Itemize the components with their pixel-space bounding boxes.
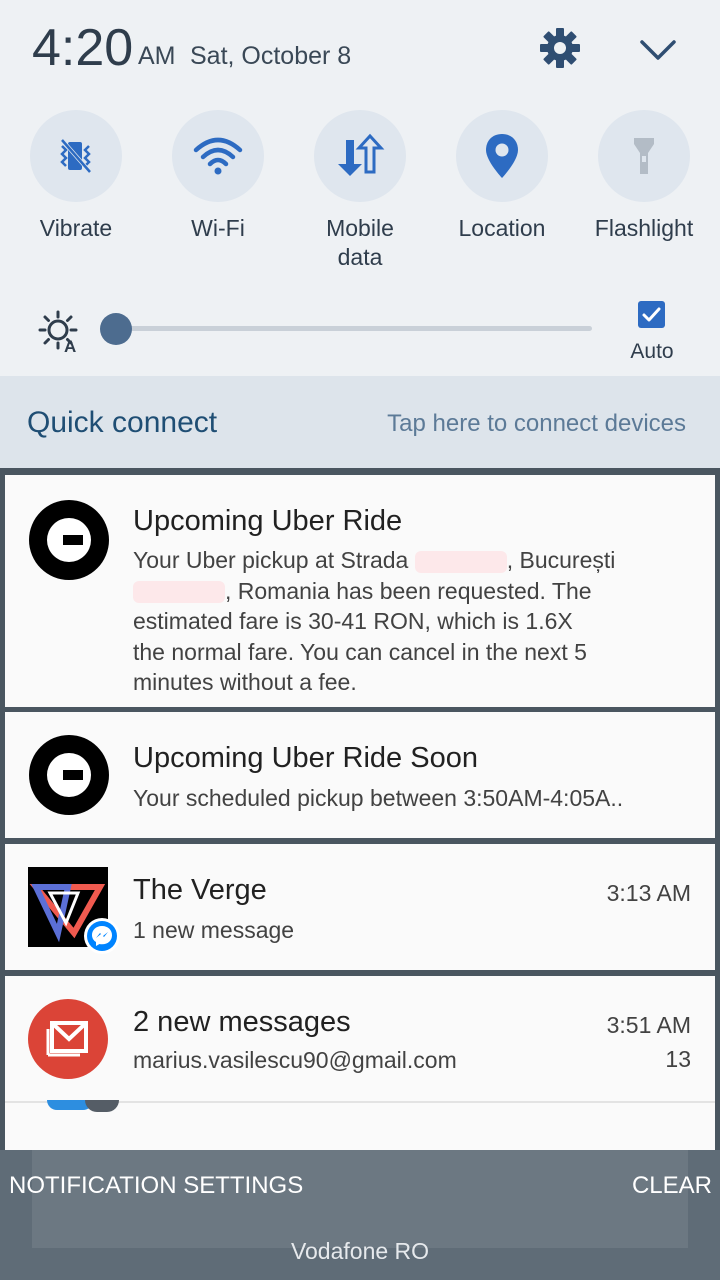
svg-text:A: A xyxy=(64,337,76,356)
notification-time: 3:13 AM xyxy=(606,880,691,906)
clock-time: 4:20 xyxy=(32,19,134,77)
toggle-label: Flashlight xyxy=(594,215,694,241)
carrier-label: Vodafone RO xyxy=(290,1238,430,1264)
notification-the-verge[interactable]: The Verge 3:13 AM 1 new message xyxy=(5,844,715,970)
quick-connect-bar[interactable]: Quick connect Tap here to connect device… xyxy=(0,376,720,468)
gmail-inbox-icon xyxy=(28,999,108,1079)
brightness-auto-icon: A xyxy=(36,308,84,356)
notification-body: marius.vasilescu90@gmail.com xyxy=(133,1047,457,1073)
notification-title: Upcoming Uber Ride xyxy=(133,505,403,537)
brightness-slider-thumb[interactable] xyxy=(100,313,132,345)
notification-body: Your scheduled pickup between 3:50AM-4:0… xyxy=(133,785,624,811)
settings-gear-icon[interactable] xyxy=(536,24,584,72)
toggle-label: Mobile data xyxy=(290,214,430,272)
toggle-label: Wi-Fi xyxy=(191,215,245,241)
notification-gmail[interactable]: 2 new messages 3:51 AM marius.vasilescu9… xyxy=(5,976,715,1154)
flashlight-icon xyxy=(598,110,690,202)
collapse-chevron-icon[interactable] xyxy=(634,30,682,70)
redacted-text xyxy=(133,581,225,604)
toggle-wifi[interactable]: Wi-Fi xyxy=(148,110,288,243)
messenger-icon xyxy=(87,921,117,951)
body-line: , Romania has been requested. The xyxy=(133,576,615,607)
messenger-badge xyxy=(84,918,120,954)
quick-connect-title: Quick connect xyxy=(27,406,218,439)
notification-body: 1 new message xyxy=(133,917,295,943)
notification-title: The Verge xyxy=(133,874,267,906)
wifi-icon xyxy=(172,110,264,202)
uber-logo-icon xyxy=(29,735,109,815)
notification-uber-ride-soon[interactable]: Upcoming Uber Ride Soon Your scheduled p… xyxy=(5,712,715,838)
toggle-mobile-data[interactable]: Mobile data xyxy=(290,110,430,272)
body-text: , București xyxy=(506,547,616,573)
vibrate-icon xyxy=(30,110,122,202)
uber-logo-icon xyxy=(29,500,109,580)
quick-connect-hint: Tap here to connect devices xyxy=(387,410,686,437)
notification-body: Your Uber pickup at Strada , București ,… xyxy=(133,545,615,698)
auto-label: Auto xyxy=(630,340,674,363)
body-line: Your Uber pickup at Strada , București xyxy=(133,545,615,576)
toggle-flashlight[interactable]: Flashlight xyxy=(574,110,714,243)
body-line: estimated fare is 30-41 RON, which is 1.… xyxy=(133,608,573,634)
notification-uber-ride[interactable]: Upcoming Uber Ride Your Uber pickup at S… xyxy=(5,475,715,707)
date-label: Sat, October 8 xyxy=(190,42,352,70)
clock-ampm: AM xyxy=(138,42,176,70)
toggle-vibrate[interactable]: Vibrate xyxy=(6,110,146,243)
location-icon xyxy=(456,110,548,202)
clear-button[interactable]: CLEAR xyxy=(632,1172,712,1200)
auto-brightness-checkbox[interactable] xyxy=(638,301,665,328)
peek-badge xyxy=(85,1100,119,1112)
mobile-label-line2: data xyxy=(337,244,383,270)
brightness-slider-track[interactable] xyxy=(116,326,592,331)
notification-title: 2 new messages xyxy=(133,1006,351,1038)
body-line: minutes without a fee. xyxy=(133,669,357,695)
toggle-location[interactable]: Location xyxy=(432,110,572,243)
message-count: 13 xyxy=(665,1046,691,1072)
body-text: , Romania has been requested. The xyxy=(225,577,592,604)
body-line: the normal fare. You can cancel in the n… xyxy=(133,638,587,665)
notification-settings-button[interactable]: NOTIFICATION SETTINGS xyxy=(9,1172,303,1200)
mobile-data-icon xyxy=(314,110,406,202)
mobile-label-line1: Mobile xyxy=(326,215,394,241)
toggle-label: Vibrate xyxy=(39,215,113,241)
notification-title: Upcoming Uber Ride Soon xyxy=(133,742,478,774)
redacted-text xyxy=(414,550,507,573)
toggle-label: Location xyxy=(458,215,546,241)
quick-panel: 4:20 AM Sat, October 8 Vibrate Wi-Fi Mob… xyxy=(0,0,720,376)
notification-time: 3:51 AM xyxy=(606,1012,691,1038)
body-text: Your Uber pickup at Strada xyxy=(133,547,415,573)
